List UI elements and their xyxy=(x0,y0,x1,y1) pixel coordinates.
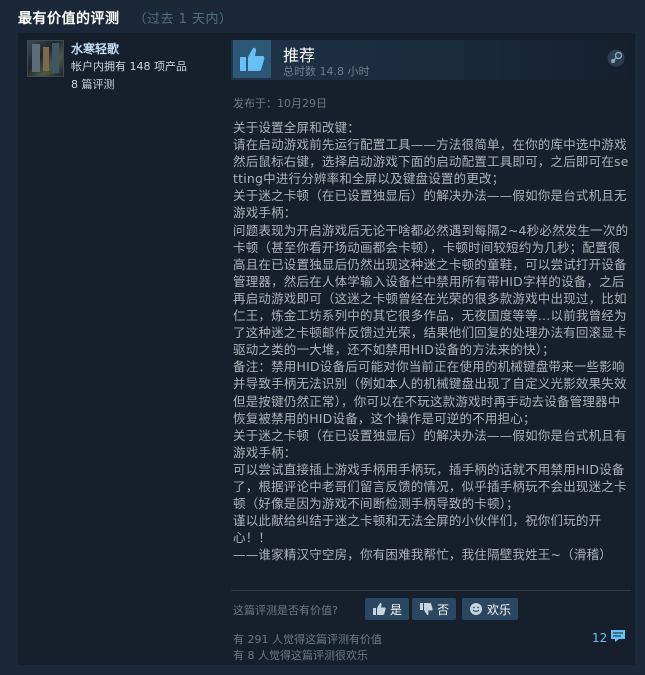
time-range: （过去 1 天内） xyxy=(133,12,233,27)
review-line: 关于设置全屏和改键： xyxy=(233,120,361,135)
review-line: ——谁家精汉守空房，你有困难我帮忙，我住隔壁我姓王~（滑稽） xyxy=(233,547,612,563)
divider xyxy=(231,590,631,591)
review-line: 关于迷之卡顿（在已设置独显后）的解决办法——假如你是台式机且有游戏手柄： xyxy=(233,427,627,460)
thumbs-up-icon xyxy=(233,40,271,78)
section-header: 最有价值的评测 （过去 1 天内） xyxy=(18,8,233,28)
section-title: 最有价值的评测 xyxy=(18,11,120,27)
review-line: 请在启动游戏前先运行配置工具——方法很简单，在你的库中选中游戏然后鼠标右键，选择… xyxy=(233,137,629,187)
review-line: 备注：禁用HID设备后可能对你当前正在使用的机械键盘带来一些影响并导致手柄无法识… xyxy=(233,359,627,426)
review-line: 关于迷之卡顿（在已设置独显后）的解决办法——假如你是台式机且无游戏手柄： xyxy=(233,188,627,221)
helpful-count: 有 291 人觉得这篇评测有价值 xyxy=(233,633,382,646)
helpful-question: 这篇评测是否有价值? xyxy=(233,604,338,617)
review-line: 谨以此献给纠结于迷之卡顿和无法全屏的小伙伴们，祝你们玩的开心！！ xyxy=(233,513,602,546)
comments-link[interactable]: 12 xyxy=(592,629,626,646)
vote-funny-label: 欢乐 xyxy=(487,602,512,617)
review-card: 水寒轻歌 帐户内拥有 148 项产品 8 篇评测 推荐 总时数 14.8 小时 … xyxy=(18,33,635,665)
thumbs-down-icon xyxy=(419,602,433,616)
thumbs-up-icon xyxy=(372,602,386,616)
vote-yes-button[interactable]: 是 xyxy=(365,598,410,620)
vote-no-label: 否 xyxy=(437,602,450,617)
author-reviews[interactable]: 8 篇评测 xyxy=(71,76,115,92)
playtime-hours: 总时数 14.8 小时 xyxy=(283,65,370,78)
author-name[interactable]: 水寒轻歌 xyxy=(71,40,119,57)
vote-header[interactable]: 推荐 总时数 14.8 小时 xyxy=(231,40,631,80)
vote-funny-button[interactable]: 欢乐 xyxy=(462,598,519,620)
review-body: 关于设置全屏和改键： 请在启动游戏前先运行配置工具——方法很简单，在你的库中选中… xyxy=(233,119,631,563)
review-line: 可以尝试直接插上游戏手柄用手柄玩，插手柄的话就不用禁用HID设备了，根据评论中老… xyxy=(233,461,627,512)
author-products[interactable]: 帐户内拥有 148 项产品 xyxy=(71,58,187,74)
review-line: 问题表现为开启游戏后无论干啥都必然遇到每隔2~4秒必然发生一次的卡顿（甚至你看开… xyxy=(233,222,629,358)
posted-date: 发布于：10月29日 xyxy=(233,97,327,110)
steam-logo-icon xyxy=(607,49,625,71)
comment-icon xyxy=(610,629,626,646)
funny-count: 有 8 人觉得这篇评测很欢乐 xyxy=(233,649,368,662)
comment-count: 12 xyxy=(592,630,608,645)
avatar[interactable] xyxy=(27,40,64,77)
vote-yes-label: 是 xyxy=(390,602,403,617)
vote-no-button[interactable]: 否 xyxy=(412,598,457,620)
smiley-icon xyxy=(469,602,483,616)
